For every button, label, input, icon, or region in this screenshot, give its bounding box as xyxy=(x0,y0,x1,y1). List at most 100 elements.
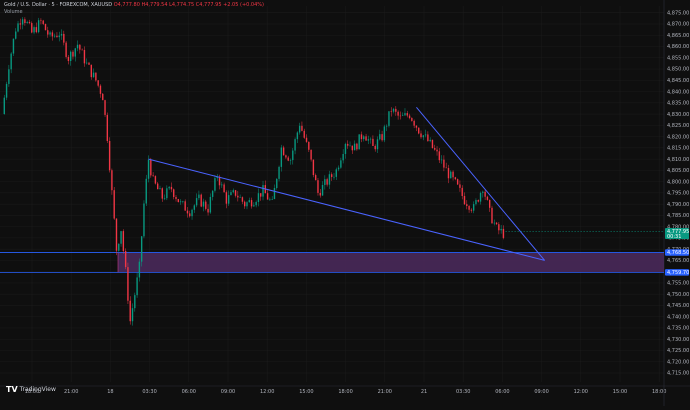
candle-body xyxy=(482,191,484,193)
candle-body xyxy=(69,51,72,61)
candle-body xyxy=(86,62,88,64)
y-tick-label: 4,840.00 xyxy=(667,89,689,95)
candle-body xyxy=(74,48,76,57)
candle-body xyxy=(140,236,143,262)
candle-body xyxy=(104,100,106,115)
candle-body xyxy=(24,19,26,24)
candle-body xyxy=(379,134,381,140)
candle-body xyxy=(349,145,351,147)
candle-body xyxy=(319,192,321,196)
candle-body xyxy=(8,69,10,84)
candle-body xyxy=(321,184,324,196)
candle-body xyxy=(21,19,24,25)
candle-body xyxy=(431,139,434,149)
candle-body xyxy=(479,192,482,202)
candle-body xyxy=(369,138,372,140)
price-tag-label: 4,759.70 xyxy=(667,270,689,276)
candle-body xyxy=(95,72,97,81)
y-tick-label: 4,750.00 xyxy=(667,292,689,298)
candle-body xyxy=(232,190,234,193)
candle-body xyxy=(456,179,459,185)
candle-body xyxy=(266,193,269,200)
x-tick-label: 18 xyxy=(107,389,113,395)
candle-body xyxy=(35,27,38,33)
candle-body xyxy=(19,23,22,25)
price-tag-countdown: 00:31 xyxy=(667,234,681,240)
candle-body xyxy=(138,261,141,278)
candle-body xyxy=(49,32,51,35)
candle-body xyxy=(90,64,92,78)
y-tick-label: 4,790.00 xyxy=(667,202,689,208)
candle-body xyxy=(244,201,246,207)
candle-body xyxy=(102,93,104,101)
chart-svg[interactable]: 4,875.00 4,870.00 4,865.00 4,860.00 4,855.00… xyxy=(0,0,690,406)
x-tick-label: 12:00 xyxy=(260,389,274,395)
y-tick-label: 4,875.00 xyxy=(667,10,689,16)
candle-body xyxy=(363,136,365,140)
candle-body xyxy=(58,35,60,38)
candle-body xyxy=(42,20,44,24)
candle-body xyxy=(472,204,475,211)
candle-body xyxy=(351,145,354,151)
candle-body xyxy=(118,243,120,251)
candle-body xyxy=(198,194,200,199)
volume-label[interactable]: Volume xyxy=(4,9,264,16)
candle-body xyxy=(56,35,58,38)
candle-body xyxy=(415,125,418,128)
candle-body xyxy=(445,167,447,169)
candle-body xyxy=(115,218,118,251)
candle-body xyxy=(395,108,397,112)
candle-body xyxy=(342,153,344,161)
candle-body xyxy=(333,176,335,178)
tradingview-logo-text: TradingView xyxy=(19,386,56,393)
y-tick-label: 4,785.00 xyxy=(667,213,689,219)
candle-body xyxy=(385,125,388,127)
candle-body xyxy=(301,125,303,131)
candle-body xyxy=(184,201,186,211)
candle-body xyxy=(67,56,70,61)
y-tick-label: 4,870.00 xyxy=(667,22,689,28)
candle-body xyxy=(390,111,392,112)
candle-body xyxy=(466,204,468,207)
candle-body xyxy=(440,159,443,161)
candle-body xyxy=(221,184,223,186)
x-tick-label: 21 xyxy=(421,389,427,395)
y-tick-label: 4,835.00 xyxy=(667,101,689,107)
candle-body xyxy=(477,200,479,202)
candle-body xyxy=(92,72,95,78)
candle-body xyxy=(218,176,221,186)
candle-body xyxy=(376,139,379,150)
y-tick-label: 4,850.00 xyxy=(667,67,689,73)
candle-body xyxy=(418,127,420,134)
chart-area[interactable]: 4,875.00 4,870.00 4,865.00 4,860.00 4,855.00… xyxy=(0,0,690,406)
candle-body xyxy=(113,190,115,219)
symbol-line[interactable]: Gold / U.S. Dollar · 5 · FOREXCOM, XAUUS… xyxy=(4,2,112,8)
candle-body xyxy=(408,115,411,119)
candle-body xyxy=(161,188,163,199)
y-tick-label: 4,845.00 xyxy=(667,78,689,84)
candle-body xyxy=(365,136,367,141)
candle-body xyxy=(44,23,47,31)
candle-body xyxy=(145,178,147,204)
candle-body xyxy=(40,20,42,21)
y-tick-label: 4,715.00 xyxy=(667,371,689,377)
y-tick-label: 4,740.00 xyxy=(667,314,689,320)
candle-body xyxy=(79,44,81,50)
candle-body xyxy=(344,143,347,154)
candle-body xyxy=(143,203,145,237)
candle-body xyxy=(383,126,386,141)
candle-body xyxy=(454,177,457,180)
x-tick-label: 15:00 xyxy=(299,389,313,395)
candle-body xyxy=(340,160,342,168)
candle-body xyxy=(253,205,255,207)
candle-body xyxy=(200,194,202,207)
candle-body xyxy=(189,213,191,217)
candle-body xyxy=(434,148,436,150)
x-tick-label: 06:00 xyxy=(495,389,509,395)
candle-body xyxy=(372,138,374,146)
candle-body xyxy=(314,175,317,181)
candle-body xyxy=(328,174,331,185)
tradingview-logo[interactable]: TV TradingView xyxy=(6,385,56,394)
candle-body xyxy=(53,35,56,37)
candle-body xyxy=(470,209,473,211)
